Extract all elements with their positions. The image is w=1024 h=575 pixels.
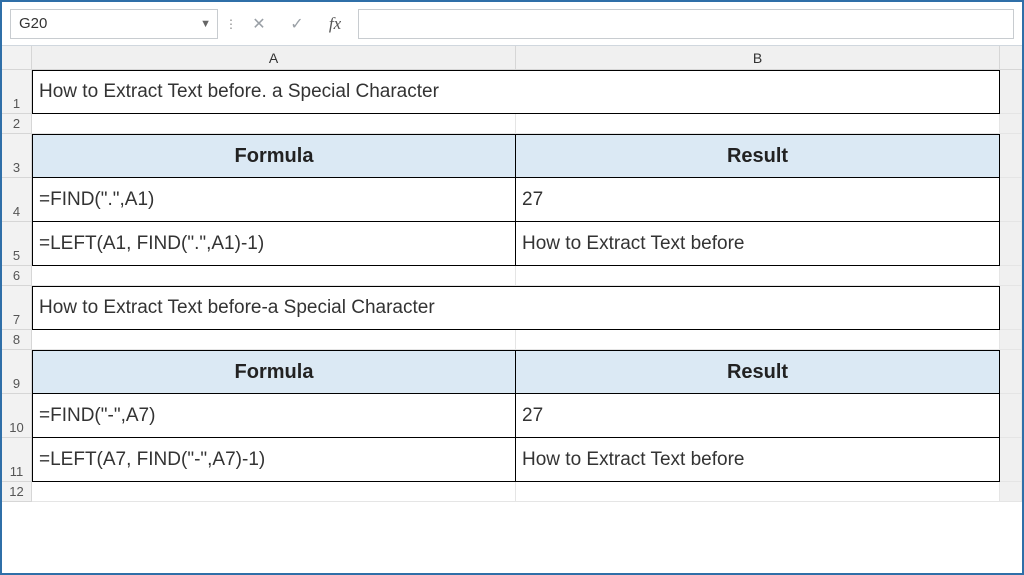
cell-A11[interactable]: =LEFT(A7, FIND("-",A7)-1) <box>32 438 516 482</box>
spreadsheet-grid: A B 1 How to Extract Text before. a Spec… <box>2 46 1022 573</box>
cell-B12[interactable] <box>516 482 1000 502</box>
cell-A1[interactable]: How to Extract Text before. a Special Ch… <box>32 70 1000 114</box>
row-header-11[interactable]: 11 <box>2 438 32 482</box>
row-header-5[interactable]: 5 <box>2 222 32 266</box>
row-3: 3 Formula Result <box>2 134 1022 178</box>
name-box[interactable]: G20 ▼ <box>10 9 218 39</box>
cell-rest-2[interactable] <box>1000 114 1022 134</box>
fx-icon[interactable]: fx <box>320 11 350 37</box>
cell-rest-1[interactable] <box>1000 70 1022 114</box>
row-7: 7 How to Extract Text before-a Special C… <box>2 286 1022 330</box>
row-header-7[interactable]: 7 <box>2 286 32 330</box>
separator-icon: ⋮ <box>226 11 236 37</box>
cell-A12[interactable] <box>32 482 516 502</box>
row-11: 11 =LEFT(A7, FIND("-",A7)-1) How to Extr… <box>2 438 1022 482</box>
cell-rest-11[interactable] <box>1000 438 1022 482</box>
formula-input[interactable] <box>358 9 1014 39</box>
cell-B5[interactable]: How to Extract Text before <box>516 222 1000 266</box>
cell-B2[interactable] <box>516 114 1000 134</box>
col-header-rest <box>1000 46 1022 70</box>
row-2: 2 <box>2 114 1022 134</box>
cell-B10[interactable]: 27 <box>516 394 1000 438</box>
row-1: 1 How to Extract Text before. a Special … <box>2 70 1022 114</box>
row-6: 6 <box>2 266 1022 286</box>
cell-rest-10[interactable] <box>1000 394 1022 438</box>
row-header-4[interactable]: 4 <box>2 178 32 222</box>
col-header-B[interactable]: B <box>516 46 1000 70</box>
rows: 1 How to Extract Text before. a Special … <box>2 70 1022 502</box>
col-header-A[interactable]: A <box>32 46 516 70</box>
cell-A7[interactable]: How to Extract Text before-a Special Cha… <box>32 286 1000 330</box>
row-12: 12 <box>2 482 1022 502</box>
row-9: 9 Formula Result <box>2 350 1022 394</box>
cell-A9[interactable]: Formula <box>32 350 516 394</box>
row-header-9[interactable]: 9 <box>2 350 32 394</box>
cancel-icon[interactable]: ✕ <box>244 11 274 37</box>
row-5: 5 =LEFT(A1, FIND(".",A1)-1) How to Extra… <box>2 222 1022 266</box>
formula-bar: G20 ▼ ⋮ ✕ ✓ fx <box>2 2 1022 46</box>
cell-A3[interactable]: Formula <box>32 134 516 178</box>
cell-rest-3[interactable] <box>1000 134 1022 178</box>
row-header-2[interactable]: 2 <box>2 114 32 134</box>
cell-rest-12[interactable] <box>1000 482 1022 502</box>
cell-A4[interactable]: =FIND(".",A1) <box>32 178 516 222</box>
row-header-3[interactable]: 3 <box>2 134 32 178</box>
row-4: 4 =FIND(".",A1) 27 <box>2 178 1022 222</box>
row-10: 10 =FIND("-",A7) 27 <box>2 394 1022 438</box>
cell-B4[interactable]: 27 <box>516 178 1000 222</box>
column-headers: A B <box>2 46 1022 70</box>
select-all-corner[interactable] <box>2 46 32 70</box>
cell-A5[interactable]: =LEFT(A1, FIND(".",A1)-1) <box>32 222 516 266</box>
row-header-8[interactable]: 8 <box>2 330 32 350</box>
cell-rest-4[interactable] <box>1000 178 1022 222</box>
cell-A2[interactable] <box>32 114 516 134</box>
name-box-value: G20 <box>19 15 47 32</box>
row-header-10[interactable]: 10 <box>2 394 32 438</box>
cell-A10[interactable]: =FIND("-",A7) <box>32 394 516 438</box>
cell-A8[interactable] <box>32 330 516 350</box>
cell-rest-5[interactable] <box>1000 222 1022 266</box>
cell-rest-6[interactable] <box>1000 266 1022 286</box>
cell-A6[interactable] <box>32 266 516 286</box>
row-header-12[interactable]: 12 <box>2 482 32 502</box>
cell-rest-7[interactable] <box>1000 286 1022 330</box>
dropdown-icon[interactable]: ▼ <box>200 18 211 30</box>
row-8: 8 <box>2 330 1022 350</box>
cell-rest-9[interactable] <box>1000 350 1022 394</box>
cell-B3[interactable]: Result <box>516 134 1000 178</box>
cell-B6[interactable] <box>516 266 1000 286</box>
cell-B8[interactable] <box>516 330 1000 350</box>
confirm-icon[interactable]: ✓ <box>282 11 312 37</box>
cell-rest-8[interactable] <box>1000 330 1022 350</box>
cell-B11[interactable]: How to Extract Text before <box>516 438 1000 482</box>
cell-B9[interactable]: Result <box>516 350 1000 394</box>
row-header-6[interactable]: 6 <box>2 266 32 286</box>
row-header-1[interactable]: 1 <box>2 70 32 114</box>
